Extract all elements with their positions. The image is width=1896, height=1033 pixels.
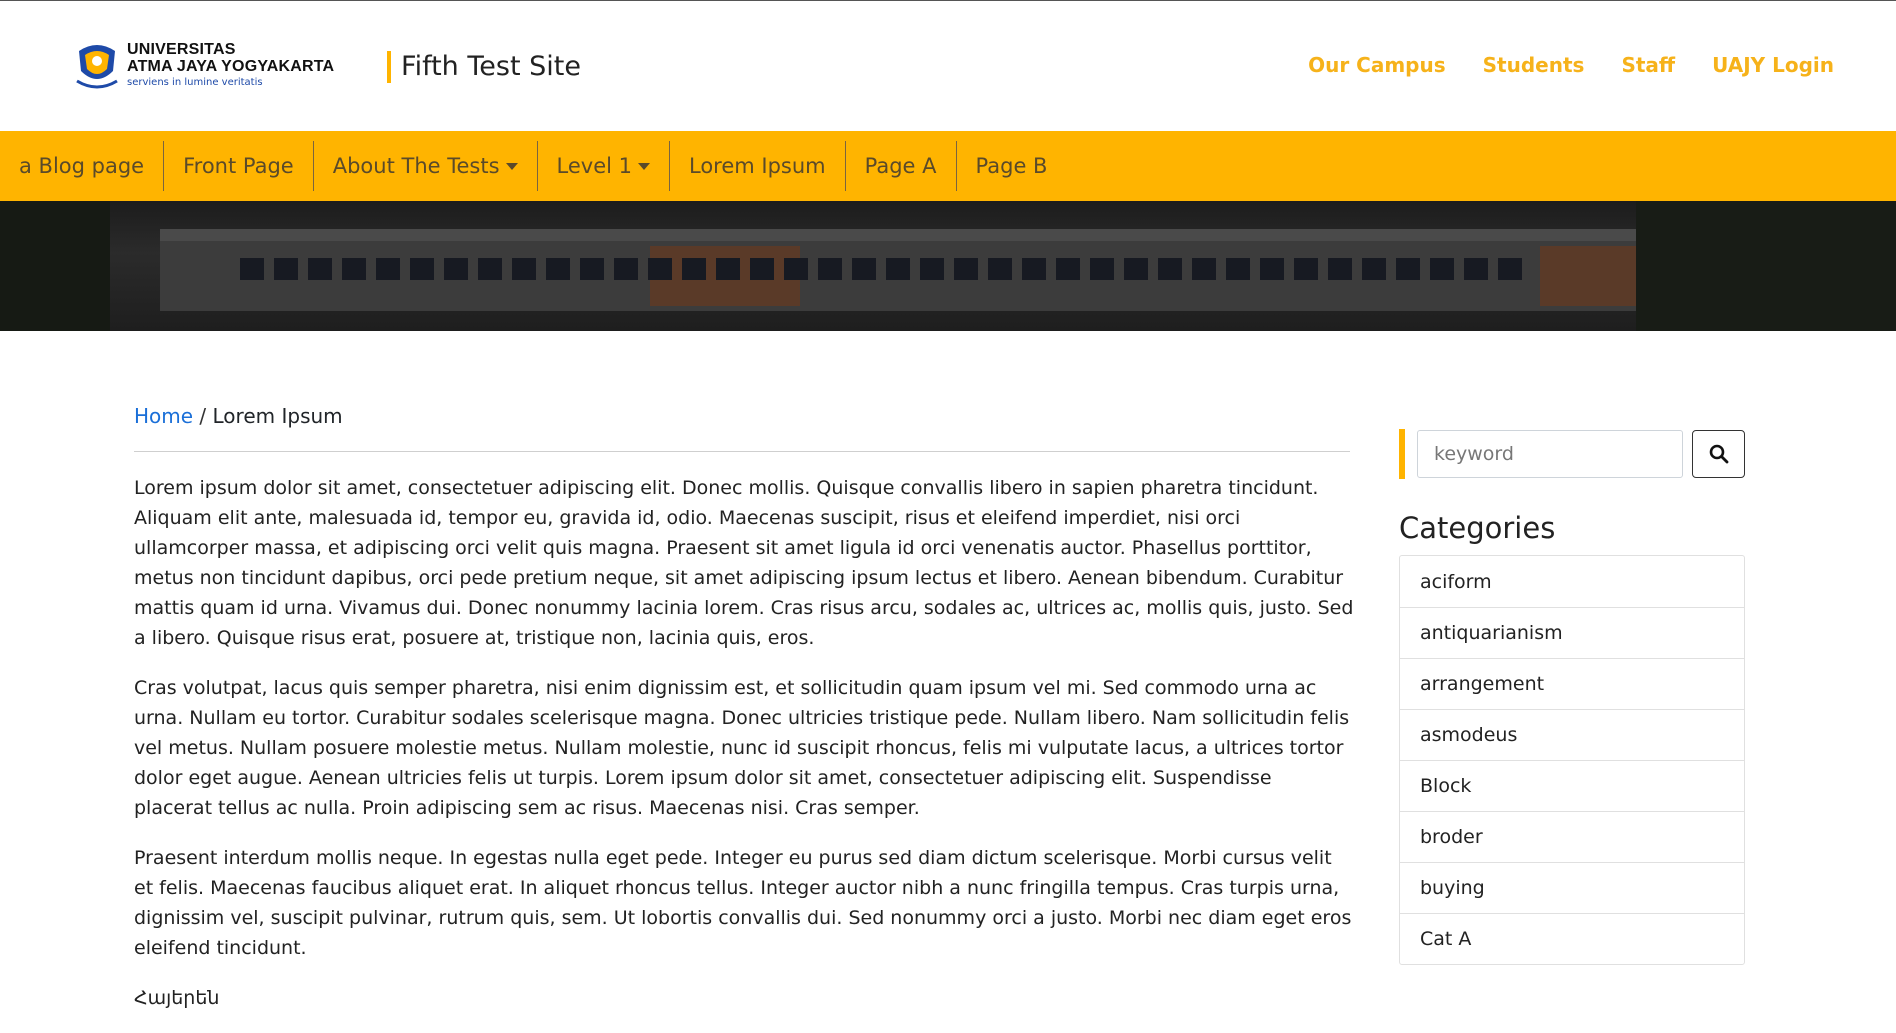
header-banner-image [0,201,1896,331]
category-item-antiquarianism[interactable]: antiquarianism [1400,607,1744,658]
nav-item-about-the-tests[interactable]: About The Tests [312,141,537,191]
nav-item-label: Page A [864,154,937,178]
top-links: Our Campus Students Staff UAJY Login [1271,53,1834,77]
banner-trees-right [1636,201,1896,331]
search-accent-bar [1399,429,1405,479]
caret-down-icon [505,162,518,170]
nav-item-label: a Blog page [19,154,145,178]
nav-item-level-1[interactable]: Level 1 [536,141,669,191]
category-item-broder[interactable]: broder [1400,811,1744,862]
content-paragraph: Cras volutpat, lacus quis semper pharetr… [134,677,1350,819]
search-button[interactable] [1692,430,1745,478]
breadcrumb-home-link[interactable]: Home [134,404,193,428]
nav-item-label: Page B [975,154,1048,178]
top-link-our-campus[interactable]: Our Campus [1308,53,1446,77]
nav-item-label: About The Tests [332,154,500,178]
categories-list: aciform antiquarianism arrangement asmod… [1399,555,1745,965]
caret-down-icon [638,162,650,170]
search-icon [1709,444,1728,464]
nav-item-label: Level 1 [556,154,632,178]
banner-trees-left [0,201,110,331]
banner-windows [240,258,1522,280]
university-logo[interactable]: UNIVERSITAS ATMA JAYA YOGYAKARTA servien… [73,39,335,95]
breadcrumb: Home / Lorem Ipsum [134,404,343,428]
category-item-asmodeus[interactable]: asmodeus [1400,709,1744,760]
category-item-block[interactable]: Block [1400,760,1744,811]
nav-item-front-page[interactable]: Front Page [163,141,313,191]
page-content: Lorem ipsum dolor sit amet, consectetuer… [134,473,1354,1033]
top-link-students[interactable]: Students [1483,53,1585,77]
logo-line-1: UNIVERSITAS [127,41,236,58]
nav-item-label: Lorem Ipsum [689,154,826,178]
nav-item-page-a[interactable]: Page A [844,141,956,191]
categories-heading: Categories [1399,511,1556,545]
top-link-staff[interactable]: Staff [1621,53,1675,77]
search-input[interactable] [1417,430,1683,478]
site-header: UNIVERSITAS ATMA JAYA YOGYAKARTA servien… [0,1,1896,131]
category-item-arrangement[interactable]: arrangement [1400,658,1744,709]
nav-item-label: Front Page [183,154,294,178]
content-paragraph: Lorem ipsum dolor sit amet, consectetuer… [134,477,1354,649]
category-item-cat-a[interactable]: Cat A [1400,913,1744,964]
category-item-buying[interactable]: buying [1400,862,1744,913]
main-nav: a Blog page Front Page About The Tests L… [0,131,1896,201]
breadcrumb-current: Lorem Ipsum [212,404,343,428]
university-emblem-icon [76,45,118,89]
logo-tagline: serviens in lumine veritatis [127,77,263,88]
top-link-uajy-login[interactable]: UAJY Login [1712,53,1834,77]
nav-item-lorem-ipsum[interactable]: Lorem Ipsum [669,141,845,191]
site-name[interactable]: Fifth Test Site [401,51,581,82]
breadcrumb-divider [134,451,1350,452]
content-paragraph: Praesent interdum mollis neque. In egest… [134,847,1352,959]
breadcrumb-separator: / [193,404,213,428]
nav-item-page-b[interactable]: Page B [955,141,1067,191]
category-item-aciform[interactable]: aciform [1400,556,1744,607]
nav-item-blog-page[interactable]: a Blog page [0,141,163,191]
site-name-block: Fifth Test Site [387,51,581,83]
content-paragraph: Հայերեն [134,987,220,1009]
logo-line-2: ATMA JAYA YOGYAKARTA [127,58,335,75]
